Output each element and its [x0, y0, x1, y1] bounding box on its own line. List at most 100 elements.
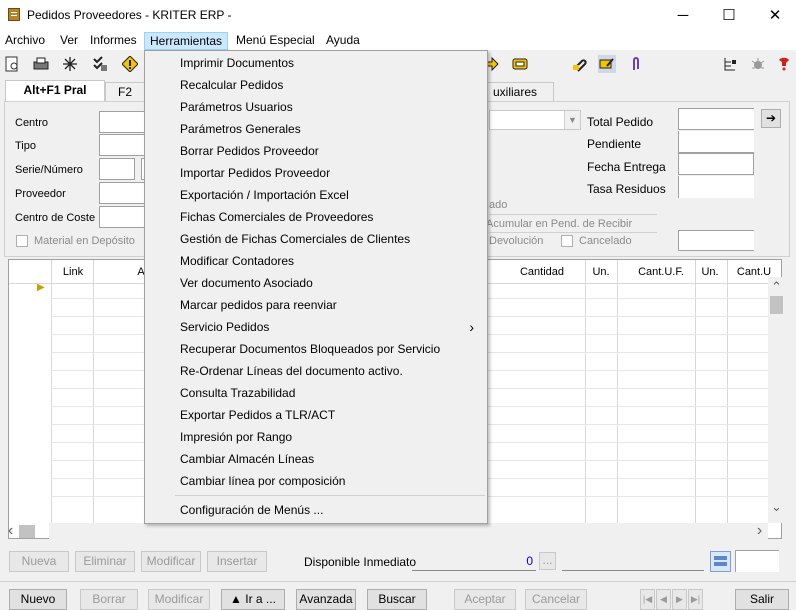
herramientas-menu: Imprimir Documentos Recalcular Pedidos P… [144, 50, 488, 524]
divider [0, 581, 796, 582]
buscar-button[interactable]: Buscar [367, 589, 427, 610]
insertar-linea-button[interactable]: Insertar [207, 551, 267, 572]
menu-item-consulta-trazabilidad[interactable]: Consulta Trazabilidad [146, 382, 486, 404]
warning-icon[interactable] [121, 55, 139, 73]
column-divider [51, 260, 52, 524]
tipo-field[interactable] [99, 134, 145, 156]
sparkle-icon[interactable] [61, 55, 79, 73]
nav-next-icon[interactable]: ▶ [672, 589, 687, 610]
minimize-button[interactable]: ─ [660, 0, 706, 30]
menu-item-exportar-tlr[interactable]: Exportar Pedidos a TLR/ACT [146, 404, 486, 426]
menu-item-imprimir-documentos[interactable]: Imprimir Documentos [146, 52, 486, 74]
chevron-down-icon[interactable]: ▼ [564, 111, 580, 129]
salir-button[interactable]: Salir [735, 589, 789, 610]
help-icon[interactable] [775, 55, 793, 73]
status-combo[interactable]: ▼ [489, 110, 581, 130]
menu-item-parametros-generales[interactable]: Parámetros Generales [146, 118, 486, 140]
nueva-linea-button[interactable]: Nueva [9, 551, 69, 572]
printer-icon[interactable] [32, 55, 50, 73]
menu-item-modificar-contadores[interactable]: Modificar Contadores [146, 250, 486, 272]
eliminar-linea-button[interactable]: Eliminar [75, 551, 135, 572]
maximize-button[interactable]: ☐ [706, 0, 752, 30]
scroll-up-icon[interactable]: ⌃ [768, 277, 785, 294]
cancelado-checkbox[interactable] [561, 235, 573, 247]
scroll-left-icon[interactable]: ‹ [2, 523, 19, 540]
scroll-down-icon[interactable]: ⌄ [768, 500, 785, 519]
horizontal-scrollbar[interactable]: ‹ › [8, 523, 768, 540]
menu-ver[interactable]: Ver [55, 32, 83, 50]
nav-prev-icon[interactable]: ◀ [656, 589, 671, 610]
menu-informes[interactable]: Informes [85, 32, 142, 50]
menu-item-recalcular-pedidos[interactable]: Recalcular Pedidos [146, 74, 486, 96]
ir-a-button[interactable]: ▲ Ir a ... [221, 589, 285, 610]
menu-item-cambiar-almacen[interactable]: Cambiar Almacén Líneas [146, 448, 486, 470]
cancelar-button[interactable]: Cancelar [525, 589, 587, 610]
menu-item-marcar-reenviar[interactable]: Marcar pedidos para reenviar [146, 294, 486, 316]
menu-item-exportacion-excel[interactable]: Exportación / Importación Excel [146, 184, 486, 206]
app-icon [8, 8, 20, 21]
borrar-button[interactable]: Borrar [80, 589, 138, 610]
menu-item-fichas-clientes[interactable]: Gestión de Fichas Comerciales de Cliente… [146, 228, 486, 250]
menu-menu-especial[interactable]: Menú Especial [231, 32, 320, 50]
menu-item-reordenar-lineas[interactable]: Re-Ordenar Líneas del documento activo. [146, 360, 486, 382]
print-preview-icon[interactable] [3, 55, 21, 73]
arrow-right-button[interactable]: ➔ [761, 109, 781, 128]
scroll-right-icon[interactable]: › [751, 523, 768, 540]
disponible-label: Disponible Inmediato [304, 555, 417, 569]
centro-field[interactable] [99, 111, 145, 133]
disponible-ellipsis-button[interactable]: ... [539, 552, 556, 570]
stack-icon[interactable] [710, 551, 731, 572]
nav-first-icon[interactable]: |◀ [640, 589, 655, 610]
menu-item-ver-documento[interactable]: Ver documento Asociado [146, 272, 486, 294]
column-header-cant-uf[interactable]: Cant.U.F. [619, 260, 703, 284]
hscroll-thumb[interactable] [19, 525, 35, 538]
fecha-entrega-field[interactable] [678, 153, 754, 175]
vertical-scrollbar[interactable]: ⌃ ⌄ [768, 277, 785, 523]
menu-item-fichas-proveedores[interactable]: Fichas Comerciales de Proveedores [146, 206, 486, 228]
attach-edit-icon[interactable] [598, 55, 616, 73]
column-header-un-2[interactable]: Un. [695, 260, 725, 284]
tipo-label: Tipo [15, 140, 36, 152]
stack-field[interactable] [735, 550, 779, 572]
menu-item-impresion-rango[interactable]: Impresión por Rango [146, 426, 486, 448]
centro-coste-field[interactable] [99, 206, 145, 228]
column-header-cantidad[interactable]: Cantidad [499, 260, 585, 284]
scroll-thumb[interactable] [770, 296, 783, 314]
column-header-link[interactable]: Link [53, 260, 93, 284]
menu-item-borrar-pedidos[interactable]: Borrar Pedidos Proveedor [146, 140, 486, 162]
menu-item-recuperar-bloqueados[interactable]: Recuperar Documentos Bloqueados por Serv… [146, 338, 486, 360]
modificar-button[interactable]: Modificar [148, 589, 210, 610]
attach-icon[interactable] [570, 55, 588, 73]
total-pedido-field [678, 108, 754, 130]
checklist-icon[interactable] [91, 55, 109, 73]
close-button[interactable]: ✕ [752, 0, 796, 30]
menu-item-parametros-usuarios[interactable]: Parámetros Usuarios [146, 96, 486, 118]
column-divider [695, 260, 696, 524]
acumular-label: Acumular en Pend. de Recibir [486, 218, 633, 230]
serie-field[interactable] [99, 158, 135, 180]
menu-item-importar-pedidos[interactable]: Importar Pedidos Proveedor [146, 162, 486, 184]
menu-ayuda[interactable]: Ayuda [321, 32, 365, 50]
menu-archivo[interactable]: Archivo [0, 32, 50, 50]
avanzada-button[interactable]: Avanzada [296, 589, 356, 610]
tab-f2[interactable]: F2 [105, 82, 145, 102]
tree-icon[interactable] [721, 55, 739, 73]
menu-item-servicio-pedidos[interactable]: Servicio Pedidos › [146, 316, 486, 338]
aceptar-button[interactable]: Aceptar [454, 589, 516, 610]
paperclip-icon[interactable] [627, 55, 645, 73]
bug-icon[interactable] [749, 55, 767, 73]
proveedor-label: Proveedor [15, 188, 66, 200]
menu-herramientas[interactable]: Herramientas [144, 32, 229, 50]
modificar-linea-button[interactable]: Modificar [141, 551, 201, 572]
menu-item-configuracion-menus[interactable]: Configuración de Menús ... [146, 499, 486, 521]
nav-last-icon[interactable]: ▶| [688, 589, 703, 610]
title-bar: Pedidos Proveedores - KRITER ERP - ─ ☐ ✕ [0, 0, 796, 30]
tab-principal[interactable]: Alt+F1 Pral [5, 80, 105, 102]
menu-item-cambiar-composicion[interactable]: Cambiar línea por composición [146, 470, 486, 492]
nuevo-button[interactable]: Nuevo [9, 589, 67, 610]
extra-field[interactable] [678, 230, 754, 251]
material-deposito-checkbox[interactable] [16, 235, 28, 247]
package-icon[interactable] [511, 55, 529, 73]
column-header-un[interactable]: Un. [586, 260, 616, 284]
proveedor-field[interactable] [99, 182, 145, 204]
